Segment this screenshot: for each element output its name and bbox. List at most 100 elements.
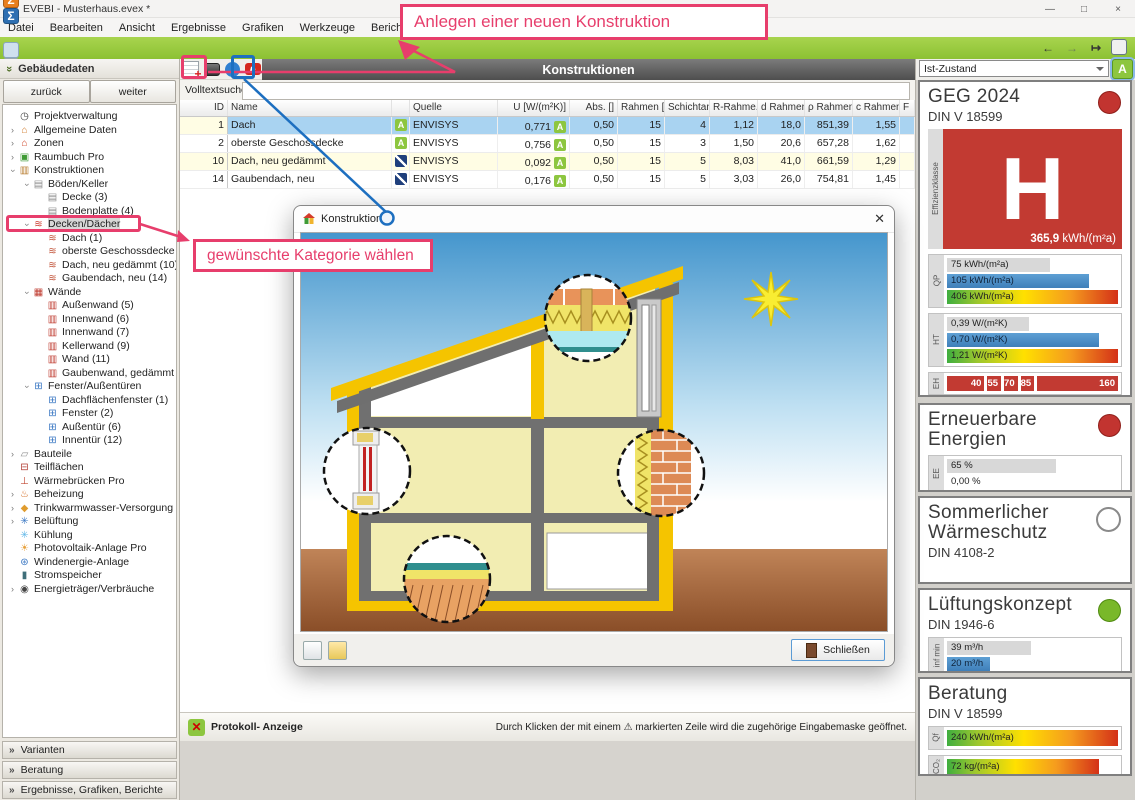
sidebar-item-projektverwaltung[interactable]: ◷Projektverwaltung [3,110,176,124]
sidebar-item-außenwand-5[interactable]: ▥Außenwand (5) [3,299,176,313]
dialog-close-icon[interactable]: ✕ [874,211,885,227]
column-header-id[interactable]: ID [180,100,228,116]
close-button[interactable]: × [1101,0,1135,18]
close-dialog-button[interactable]: Schließen [791,639,885,661]
sidebar-item-innenwand-7[interactable]: ▥Innenwand (7) [3,326,176,340]
sidebar-item-wände[interactable]: ›▦Wände [3,286,176,300]
sidebar-item-beheizung[interactable]: ›♨Beheizung [3,488,176,502]
sidebar-item-allgemeine-daten[interactable]: ›⌂Allgemeine Daten [3,124,176,138]
expander-icon[interactable]: › [7,583,18,597]
table-row-dach[interactable]: 1DachAENVISYS0,771A0,501541,1218,0851,39… [180,117,915,135]
sidebar-item-decke-3[interactable]: ▤Decke (3) [3,191,176,205]
sidebar-item-dachflächenfenster-1[interactable]: ⊞Dachflächenfenster (1) [3,394,176,408]
sidebar-item-wärmebrücken-pro[interactable]: ⊥Wärmebrücken Pro [3,475,176,489]
sidebar-item-fenster-2[interactable]: ⊞Fenster (2) [3,407,176,421]
bottom-panel-varianten[interactable]: »Varianten [2,741,177,759]
menu-ansicht[interactable]: Ansicht [111,22,163,34]
expander-icon[interactable]: › [7,137,18,151]
sidebar-item-windenergie-anlage[interactable]: ⊛Windenergie-Anlage [3,556,176,570]
menu-werkzeuge[interactable]: Werkzeuge [292,22,363,34]
expander-icon[interactable]: › [7,124,18,138]
maximize-button[interactable]: □ [1067,0,1101,18]
expander-icon[interactable]: › [7,488,18,502]
sidebar-item-photovoltaik-anlage-pro[interactable]: ☀Photovoltaik-Anlage Pro [3,542,176,556]
sidebar-header[interactable]: » Gebäudedaten [0,59,179,79]
table-row-gaubendach-neu[interactable]: 14Gaubendach, neuENVISYS0,176A0,501553,0… [180,171,915,189]
sidebar-item-gaubendach-neu-14[interactable]: ≋Gaubendach, neu (14) [3,272,176,286]
variant-a-badge[interactable]: A [1112,59,1133,79]
expander-icon[interactable]: › [7,151,18,165]
sidebar-item-decken-dächer[interactable]: ›≋Decken/Dächer [3,218,176,232]
column-header-schichtan[interactable]: Schichtan... [665,100,710,116]
variant-dropdown[interactable]: Ist-Zustand [919,60,1109,77]
house-cross-section-illustration[interactable] [300,232,888,632]
bottom-panel-ergebnisse-grafiken-berichte[interactable]: »Ergebnisse, Grafiken, Berichte [2,781,177,799]
nav-forward-icon[interactable]: → [1063,39,1081,57]
sidebar-item-außentür-6[interactable]: ⊞Außentür (6) [3,421,176,435]
menu-ergebnisse[interactable]: Ergebnisse [163,22,234,34]
menu-grafiken[interactable]: Grafiken [234,22,292,34]
back-button[interactable]: zurück [3,80,90,103]
expander-icon[interactable]: › [7,502,18,516]
dialog-titlebar[interactable]: Konstruktion ✕ [294,206,894,233]
expander-icon[interactable]: › [20,287,34,298]
sidebar-item-kühlung[interactable]: ✳Kühlung [3,529,176,543]
expander-icon[interactable]: › [20,179,34,190]
sum-blue-icon[interactable]: Σ [3,8,19,24]
expander-icon[interactable]: › [20,381,34,392]
column-header-d-rahmen[interactable]: d Rahmen... [758,100,805,116]
nav-back-icon[interactable]: ← [1039,39,1057,57]
sidebar-item-dach-1[interactable]: ≋Dach (1) [3,232,176,246]
print-icon[interactable] [203,60,222,79]
nav-insert-icon[interactable]: ↦ [1087,39,1105,57]
sidebar-item-trinkwarmwasser-versorgung[interactable]: ›◆Trinkwarmwasser-Versorgung [3,502,176,516]
column-header-u-w-m-k[interactable]: U [W/(m²K)] [498,100,570,116]
bottom-panel-beratung[interactable]: »Beratung [2,761,177,779]
sidebar-item-wand-11[interactable]: ▥Wand (11) [3,353,176,367]
sidebar-item-kellerwand-9[interactable]: ▥Kellerwand (9) [3,340,176,354]
sidebar-item-böden-keller[interactable]: ›▤Böden/Keller [3,178,176,192]
expander-icon[interactable]: › [6,165,20,176]
sidebar-item-oberste-geschossdecke-2[interactable]: ≋oberste Geschossdecke (2) [3,245,176,259]
print-icon[interactable] [303,641,322,660]
expander-icon[interactable]: › [7,448,18,462]
table-row-dach-neu-gedämmt[interactable]: 10Dach, neu gedämmtENVISYS0,092A0,501558… [180,153,915,171]
column-header-badge[interactable] [392,100,410,116]
sum-orange-icon[interactable]: Σ [3,0,19,8]
sidebar-item-innentür-12[interactable]: ⊞Innentür (12) [3,434,176,448]
search-input[interactable] [242,82,910,100]
copy-to-clipboard-icon[interactable] [328,641,347,660]
column-header-abs[interactable]: Abs. [] [570,100,618,116]
sidebar-item-bauteile[interactable]: ›▱Bauteile [3,448,176,462]
sidebar-item-belüftung[interactable]: ›✳Belüftung [3,515,176,529]
sidebar-item-innenwand-6[interactable]: ▥Innenwand (6) [3,313,176,327]
menu-extras[interactable]: Extras [419,22,466,34]
sidebar-item-bodenplatte-4[interactable]: ▤Bodenplatte (4) [3,205,176,219]
minimize-button[interactable]: — [1033,0,1067,18]
table-row-oberste-geschossdecke[interactable]: 2oberste GeschossdeckeAENVISYS0,756A0,50… [180,135,915,153]
column-header-f[interactable]: F [900,100,915,116]
sidebar-item-stromspeicher[interactable]: ▮Stromspeicher [3,569,176,583]
expander-icon[interactable]: › [20,219,34,230]
add-construction-icon[interactable] [182,60,201,79]
sidebar-item-dach-neu-gedämmt-10[interactable]: ≋Dach, neu gedämmt (10) [3,259,176,273]
protocol-close-icon[interactable]: ✕ [188,719,205,736]
column-header-r-rahme[interactable]: R-Rahme... [710,100,758,116]
share-icon[interactable] [3,42,19,58]
sidebar-item-zonen[interactable]: ›⌂Zonen [3,137,176,151]
menu-hilfe[interactable]: Hilfe [467,22,505,34]
expander-icon[interactable]: › [7,515,18,529]
column-header-rahmen[interactable]: Rahmen [%] [618,100,665,116]
menu-bearbeiten[interactable]: Bearbeiten [42,22,111,34]
menu-berichte[interactable]: Berichte [363,22,419,34]
sidebar-item-gaubenwand-gedämmt-13[interactable]: ▥Gaubenwand, gedämmt (13) [3,367,176,381]
sidebar-item-raumbuch-pro[interactable]: ›▣Raumbuch Pro [3,151,176,165]
next-button[interactable]: weiter [90,80,177,103]
video-help-icon[interactable]: ▶ [244,60,263,79]
info-icon[interactable]: i [223,60,242,79]
sidebar-item-konstruktionen[interactable]: ›▥Konstruktionen [3,164,176,178]
column-header-rahmen[interactable]: ρ Rahmen... [805,100,853,116]
column-header-c-rahmen[interactable]: c Rahmen... [853,100,900,116]
sidebar-item-fenster-außentüren[interactable]: ›⊞Fenster/Außentüren [3,380,176,394]
column-header-name[interactable]: Name [228,100,392,116]
